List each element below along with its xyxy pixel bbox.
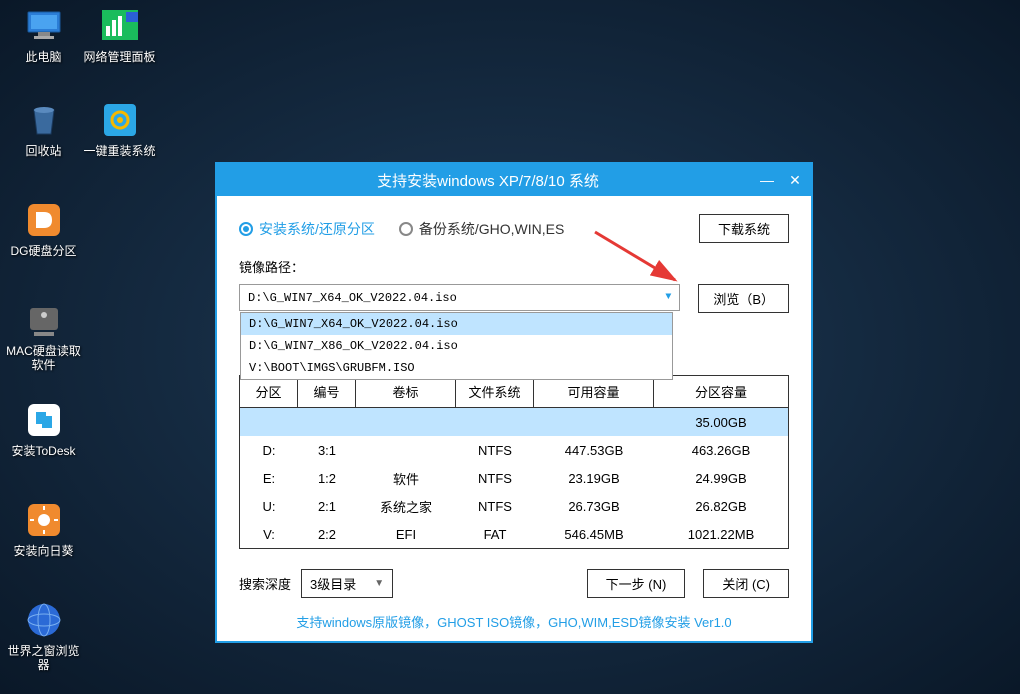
desktop-icon-dg-partition[interactable]: DG硬盘分区 <box>6 200 81 258</box>
th-number: 编号 <box>298 376 356 407</box>
chart-icon <box>100 6 140 46</box>
radio-icon <box>399 222 413 236</box>
desktop-icon-label: 此电脑 <box>6 50 81 64</box>
browse-button[interactable]: 浏览（B） <box>698 284 789 313</box>
sunflower-icon <box>24 500 64 540</box>
table-row[interactable]: V: 2:2 EFI FAT 546.45MB 1021.22MB <box>240 520 788 548</box>
desktop-icon-label: 安装向日葵 <box>6 544 81 558</box>
disk-partition-icon <box>24 200 64 240</box>
desktop-icon-reinstall[interactable]: 一键重装系统 <box>82 100 157 158</box>
desktop-icon-theworld-browser[interactable]: 世界之窗浏览器 <box>6 600 81 673</box>
mac-disk-icon <box>24 300 64 340</box>
radio-install-restore[interactable]: 安装系统/还原分区 <box>239 219 375 239</box>
radio-label: 备份系统/GHO,WIN,ES <box>419 219 564 239</box>
minimize-button[interactable]: — <box>759 172 775 188</box>
desktop-icon-sunlogin[interactable]: 安装向日葵 <box>6 500 81 558</box>
desktop-icon-label: 一键重装系统 <box>82 144 157 158</box>
dropdown-item[interactable]: D:\G_WIN7_X64_OK_V2022.04.iso <box>241 313 672 335</box>
next-button[interactable]: 下一步 (N) <box>587 569 686 598</box>
download-system-button[interactable]: 下载系统 <box>699 214 789 243</box>
th-avail: 可用容量 <box>534 376 654 407</box>
image-path-dropdown: D:\G_WIN7_X64_OK_V2022.04.iso D:\G_WIN7_… <box>240 312 673 380</box>
image-path-combo[interactable]: D:\G_WIN7_X64_OK_V2022.04.iso ▼ D:\G_WIN… <box>239 284 680 311</box>
chevron-down-icon: ▼ <box>374 578 384 589</box>
support-info: 支持windows原版镜像，GHOST ISO镜像，GHO,WIM,ESD镜像安… <box>239 612 789 631</box>
dropdown-item[interactable]: D:\G_WIN7_X86_OK_V2022.04.iso <box>241 335 672 357</box>
search-depth-select[interactable]: 3级目录 ▼ <box>301 569 393 598</box>
th-partition: 分区 <box>240 376 298 407</box>
desktop-icon-recycle-bin[interactable]: 回收站 <box>6 100 81 158</box>
desktop-icon-label: 安装ToDesk <box>6 444 81 458</box>
table-row[interactable]: D: 3:1 NTFS 447.53GB 463.26GB <box>240 436 788 464</box>
image-path-label: 镜像路径： <box>239 257 789 276</box>
window-title: 支持安装windows XP/7/8/10 系统 <box>217 170 759 191</box>
desktop-icon-label: MAC硬盘读取软件 <box>6 344 81 373</box>
todesk-icon <box>24 400 64 440</box>
th-total: 分区容量 <box>654 376 788 407</box>
table-row[interactable]: 35.00GB <box>240 408 788 436</box>
gear-box-icon <box>100 100 140 140</box>
table-row[interactable]: E: 1:2 软件 NTFS 23.19GB 24.99GB <box>240 464 788 492</box>
desktop-icon-network-panel[interactable]: 网络管理面板 <box>82 6 157 64</box>
combo-value: D:\G_WIN7_X64_OK_V2022.04.iso <box>248 291 457 305</box>
select-value: 3级目录 <box>310 574 356 593</box>
th-label: 卷标 <box>356 376 456 407</box>
desktop-icon-mac-disk[interactable]: MAC硬盘读取软件 <box>6 300 81 373</box>
radio-icon <box>239 222 253 236</box>
desktop-icon-label: DG硬盘分区 <box>6 244 81 258</box>
globe-icon <box>24 600 64 640</box>
close-button[interactable]: ✕ <box>787 172 803 188</box>
desktop-icon-label: 网络管理面板 <box>82 50 157 64</box>
radio-label: 安装系统/还原分区 <box>259 219 375 239</box>
close-dialog-button[interactable]: 关闭 (C) <box>703 569 789 598</box>
dropdown-item[interactable]: V:\BOOT\IMGS\GRUBFM.ISO <box>241 357 672 379</box>
table-row[interactable]: U: 2:1 系统之家 NTFS 26.73GB 26.82GB <box>240 492 788 520</box>
monitor-icon <box>24 6 64 46</box>
desktop-icon-this-pc[interactable]: 此电脑 <box>6 6 81 64</box>
radio-backup[interactable]: 备份系统/GHO,WIN,ES <box>399 219 564 239</box>
installer-window: 支持安装windows XP/7/8/10 系统 — ✕ 安装系统/还原分区 备… <box>215 162 813 643</box>
desktop-icon-todesk[interactable]: 安装ToDesk <box>6 400 81 458</box>
th-fs: 文件系统 <box>456 376 534 407</box>
search-depth-label: 搜索深度 <box>239 574 291 593</box>
chevron-down-icon: ▼ <box>665 292 671 303</box>
desktop-icon-label: 世界之窗浏览器 <box>6 644 81 673</box>
desktop-icon-label: 回收站 <box>6 144 81 158</box>
titlebar[interactable]: 支持安装windows XP/7/8/10 系统 — ✕ <box>217 164 811 196</box>
partition-table: 分区 编号 卷标 文件系统 可用容量 分区容量 35.00GB D: <box>239 375 789 549</box>
trash-icon <box>24 100 64 140</box>
